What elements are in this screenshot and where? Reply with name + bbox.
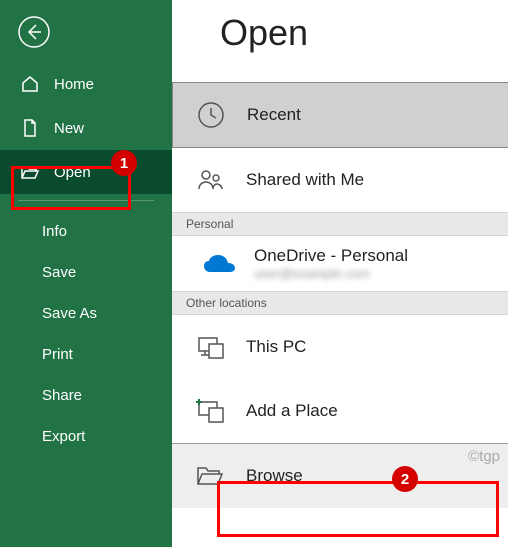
nav-save[interactable]: Save xyxy=(0,252,172,293)
home-icon xyxy=(20,74,40,94)
this-pc-icon xyxy=(192,329,228,365)
back-arrow-icon xyxy=(17,15,51,49)
folder-browse-icon xyxy=(192,458,228,494)
sidebar: Home New Open Info Save Save As Print Sh… xyxy=(0,0,172,547)
location-label: Recent xyxy=(247,105,301,125)
onedrive-email: user@example.com xyxy=(254,266,408,281)
nav-export[interactable]: Export xyxy=(0,416,172,457)
nav-home[interactable]: Home xyxy=(0,62,172,106)
nav-label: Home xyxy=(54,76,94,93)
section-other: Other locations xyxy=(172,291,508,315)
nav-save-as[interactable]: Save As xyxy=(0,293,172,334)
main-panel: Open Recent Shared with Me Personal OneD… xyxy=(172,0,508,547)
nav-print[interactable]: Print xyxy=(0,334,172,375)
back-button[interactable] xyxy=(14,12,54,52)
new-document-icon xyxy=(20,118,40,138)
add-place-icon xyxy=(192,393,228,429)
onedrive-label: OneDrive - Personal xyxy=(254,246,408,266)
clock-icon xyxy=(193,97,229,133)
section-personal: Personal xyxy=(172,212,508,236)
location-this-pc[interactable]: This PC xyxy=(172,315,508,379)
location-onedrive[interactable]: OneDrive - Personal user@example.com xyxy=(172,236,508,291)
folder-open-icon xyxy=(20,162,40,182)
onedrive-icon xyxy=(202,252,238,276)
nav-share[interactable]: Share xyxy=(0,375,172,416)
location-browse[interactable]: Browse xyxy=(172,443,508,508)
nav-label: Open xyxy=(54,164,91,181)
location-recent[interactable]: Recent xyxy=(172,82,508,148)
nav-label: New xyxy=(54,120,84,137)
location-label: Browse xyxy=(246,466,303,486)
nav-info[interactable]: Info xyxy=(0,211,172,252)
location-label: Shared with Me xyxy=(246,170,364,190)
page-title: Open xyxy=(172,12,508,54)
location-label: This PC xyxy=(246,337,306,357)
nav-new[interactable]: New xyxy=(0,106,172,150)
nav-divider xyxy=(18,200,154,201)
people-icon xyxy=(192,162,228,198)
nav-open[interactable]: Open xyxy=(0,150,172,194)
location-shared[interactable]: Shared with Me xyxy=(172,148,508,212)
location-add-place[interactable]: Add a Place xyxy=(172,379,508,443)
location-label: Add a Place xyxy=(246,401,338,421)
